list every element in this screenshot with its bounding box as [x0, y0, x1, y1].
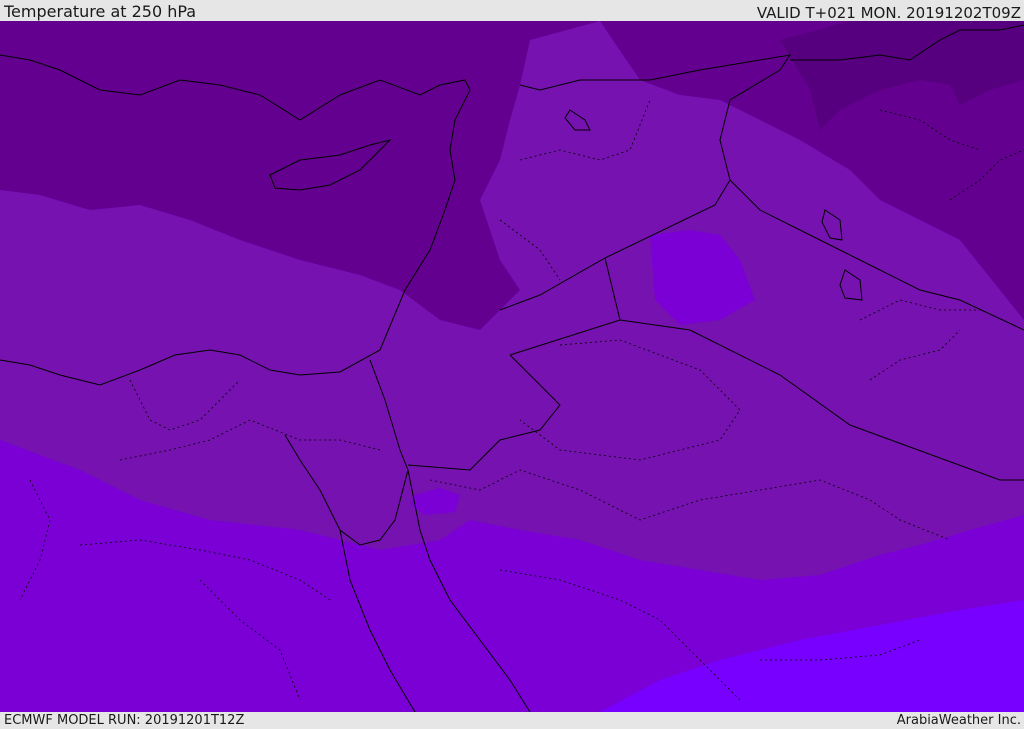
- temperature-map[interactable]: [0, 21, 1024, 712]
- valid-time: VALID T+021 MON. 20191202T09Z: [756, 4, 1021, 22]
- bottom-bar: ECMWF MODEL RUN: 20191201T12Z ArabiaWeat…: [0, 712, 1024, 729]
- brand-label: ArabiaWeather Inc.: [896, 713, 1021, 728]
- top-bar: Temperature at 250 hPa VALID T+021 MON. …: [0, 0, 1024, 21]
- model-run-label: ECMWF MODEL RUN: 20191201T12Z: [4, 713, 245, 728]
- map-title: Temperature at 250 hPa: [4, 2, 197, 21]
